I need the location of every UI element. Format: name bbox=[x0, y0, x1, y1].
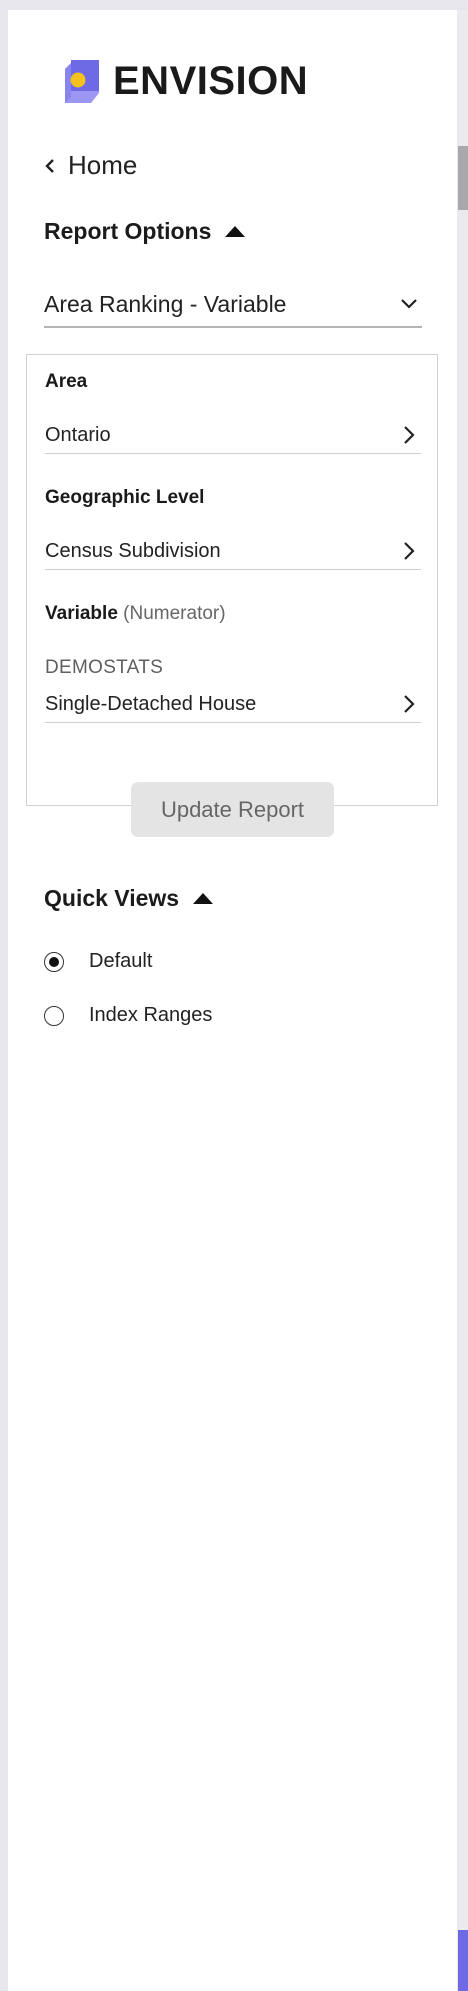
area-selector[interactable]: Ontario bbox=[45, 417, 421, 454]
report-options-title: Report Options bbox=[44, 218, 212, 244]
update-report-button[interactable]: Update Report bbox=[131, 782, 334, 837]
chevron-right-icon bbox=[404, 695, 415, 713]
radio-dot bbox=[49, 956, 59, 967]
variable-selector[interactable]: Single-Detached House bbox=[45, 686, 421, 723]
variable-sublabel: (Numerator) bbox=[123, 603, 226, 624]
accent-tab[interactable] bbox=[458, 1930, 468, 1991]
report-type-value: Area Ranking - Variable bbox=[44, 290, 287, 317]
side-strip bbox=[457, 10, 468, 1991]
report-options-toggle[interactable]: Report Options bbox=[44, 218, 246, 245]
brand-name: ENVISION bbox=[113, 59, 309, 103]
report-type-select[interactable]: Area Ranking - Variable bbox=[44, 282, 422, 328]
quick-view-default[interactable]: Default bbox=[44, 950, 152, 973]
quick-view-index-ranges[interactable]: Index Ranges bbox=[44, 1004, 212, 1027]
chevron-right-icon bbox=[404, 426, 415, 444]
home-link[interactable]: Home bbox=[44, 150, 137, 181]
quick-views-title: Quick Views bbox=[44, 885, 180, 911]
geo-level-label: Geographic Level bbox=[45, 487, 205, 508]
quick-view-label: Index Ranges bbox=[89, 1004, 213, 1026]
caret-up-icon bbox=[193, 893, 214, 904]
caret-up-icon bbox=[225, 226, 246, 237]
variable-value: Single-Detached House bbox=[45, 692, 257, 715]
radio-unselected[interactable] bbox=[44, 1005, 64, 1026]
chevron-right-icon bbox=[404, 542, 415, 560]
quick-views-toggle[interactable]: Quick Views bbox=[44, 885, 214, 912]
brand-logo: ENVISION bbox=[55, 57, 308, 105]
chevron-down-icon bbox=[401, 299, 417, 309]
radio-selected[interactable] bbox=[44, 951, 64, 972]
variable-category: DEMOSTATS bbox=[45, 657, 164, 678]
chevron-left-icon bbox=[45, 158, 54, 173]
home-label: Home bbox=[68, 150, 138, 180]
collapse-handle[interactable] bbox=[458, 146, 468, 210]
area-value: Ontario bbox=[45, 423, 111, 446]
geo-level-selector[interactable]: Census Subdivision bbox=[45, 533, 421, 570]
quick-view-label: Default bbox=[89, 950, 153, 972]
area-label: Area bbox=[45, 371, 88, 392]
geo-level-value: Census Subdivision bbox=[45, 539, 221, 562]
envision-logo-icon bbox=[65, 60, 99, 103]
variable-label: Variable (Numerator) bbox=[45, 603, 226, 624]
